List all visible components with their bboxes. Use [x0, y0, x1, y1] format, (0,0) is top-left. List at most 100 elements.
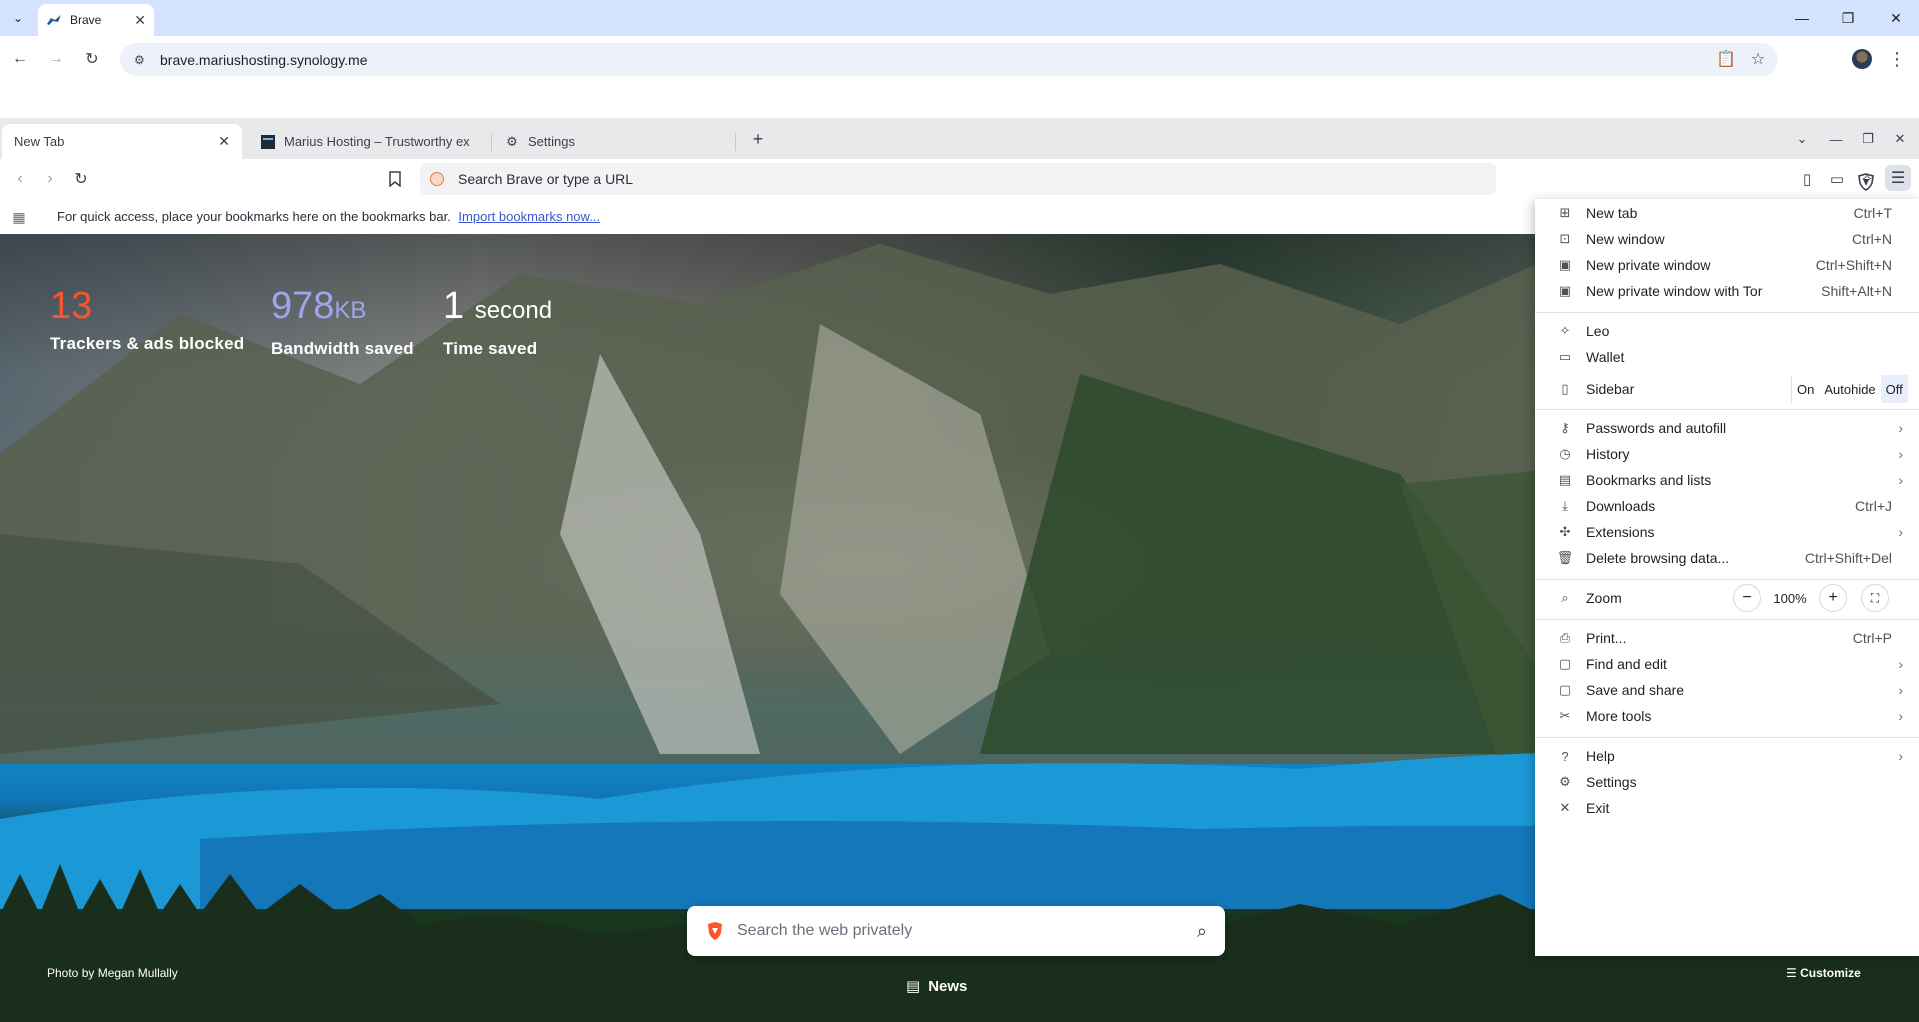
chevron-right-icon: ›	[1898, 656, 1903, 672]
back-button[interactable]: ←	[8, 47, 32, 71]
fullscreen-button[interactable]: ⛶	[1861, 584, 1889, 612]
menu-item-extensions[interactable]: ✣ Extensions ›	[1535, 518, 1919, 546]
import-bookmarks-link[interactable]: Import bookmarks now...	[458, 209, 600, 224]
menu-item-new-window[interactable]: ⊡ New window Ctrl+N	[1535, 225, 1919, 253]
sidebar-option-autohide[interactable]: Autohide	[1819, 375, 1880, 403]
tor-window-icon: ▣	[1558, 283, 1572, 298]
brave-close-button[interactable]: ✕	[1889, 128, 1911, 150]
tab-new-tab[interactable]: New Tab ✕	[2, 124, 242, 159]
menu-item-zoom: ⌕ Zoom − 100% + ⛶	[1535, 584, 1919, 612]
menu-item-new-private-window[interactable]: ▣ New private window Ctrl+Shift+N	[1535, 251, 1919, 279]
stat-value: 1	[443, 285, 465, 327]
menu-item-exit[interactable]: ✕ Exit	[1535, 794, 1919, 822]
minimize-button[interactable]: —	[1779, 0, 1825, 36]
host-tab-brave[interactable]: Brave ✕	[38, 4, 154, 36]
zoom-out-button[interactable]: −	[1733, 584, 1761, 612]
stat-unit: KB	[334, 297, 367, 324]
key-icon: ⚷	[1560, 420, 1570, 435]
sparkle-icon: ✧	[1860, 171, 1874, 188]
sidebar-option-off[interactable]: Off	[1880, 375, 1908, 403]
menu-item-more-tools[interactable]: ✂ More tools ›	[1535, 702, 1919, 730]
menu-item-print[interactable]: ⎙ Print... Ctrl+P	[1535, 624, 1919, 652]
menu-item-wallet[interactable]: ▭ Wallet	[1535, 343, 1919, 371]
brave-tab-strip: New Tab ✕ Marius Hosting – Trustworthy e…	[0, 118, 1919, 159]
menu-item-settings[interactable]: ⚙ Settings	[1535, 768, 1919, 796]
chevron-right-icon: ›	[1898, 708, 1903, 724]
star-icon: ☆	[1750, 51, 1766, 68]
brave-minimize-button[interactable]: —	[1825, 128, 1847, 150]
private-window-icon: ▣	[1558, 257, 1572, 272]
brave-back-button[interactable]: ‹	[8, 167, 32, 191]
new-tab-button[interactable]: +	[746, 127, 770, 151]
install-app-button[interactable]: 📋	[1714, 47, 1738, 71]
zoom-level: 100%	[1773, 590, 1807, 606]
brave-forward-button[interactable]: ›	[38, 167, 62, 191]
close-icon[interactable]: ✕	[134, 12, 146, 29]
host-toolbar: ← → ↻ ⚙ brave.mariushosting.synology.me …	[0, 36, 1919, 82]
menu-item-help[interactable]: ? Help ›	[1535, 742, 1919, 770]
brave-main-menu-button[interactable]: ☰	[1885, 165, 1911, 191]
tab-search-button[interactable]: ⌄	[6, 6, 30, 30]
reload-icon: ↻	[74, 171, 88, 188]
chevron-right-icon: ›	[1898, 682, 1903, 698]
close-icon: ✕	[1559, 800, 1571, 815]
close-window-button[interactable]: ✕	[1873, 0, 1919, 36]
restore-button[interactable]: ❐	[1825, 0, 1871, 36]
host-tab-strip: ⌄ Brave ✕ — ❐ ✕	[0, 0, 1919, 36]
help-icon: ?	[1561, 748, 1569, 764]
menu-item-delete-browsing-data[interactable]: 🗑 Delete browsing data... Ctrl+Shift+Del	[1535, 544, 1919, 572]
chevron-right-icon: ›	[1898, 472, 1903, 488]
wallet-button[interactable]: ▭	[1825, 167, 1849, 191]
menu-item-new-private-window-tor[interactable]: ▣ New private window with Tor Shift+Alt+…	[1535, 277, 1919, 305]
zoom-in-button[interactable]: +	[1819, 584, 1847, 612]
sidebar-toggle-button[interactable]: ▯	[1795, 167, 1819, 191]
tab-list-button[interactable]: ⌄	[1791, 128, 1813, 150]
reload-button[interactable]: ↻	[80, 47, 104, 71]
menu-item-leo[interactable]: ✧ Leo	[1535, 317, 1919, 345]
brave-favicon-icon	[46, 12, 62, 28]
menu-separator	[1535, 579, 1919, 580]
customize-button[interactable]: ☰ Customize	[1786, 966, 1861, 980]
sidebar-option-on[interactable]: On	[1792, 375, 1819, 403]
menu-separator	[1535, 409, 1919, 410]
menu-item-passwords[interactable]: ⚷ Passwords and autofill ›	[1535, 414, 1919, 442]
tab-marius-hosting[interactable]: Marius Hosting – Trustworthy ex	[248, 124, 492, 159]
tools-icon: ✂	[1559, 708, 1571, 723]
hamburger-icon: ☰	[1890, 170, 1906, 187]
ntp-search-placeholder: Search the web privately	[737, 922, 913, 939]
plus-icon: +	[752, 128, 764, 149]
search-icon[interactable]: ⌕	[1197, 921, 1207, 942]
photo-credit[interactable]: Photo by Megan Mullally	[47, 966, 178, 980]
menu-item-downloads[interactable]: ⤓ Downloads Ctrl+J	[1535, 492, 1919, 520]
close-icon[interactable]: ✕	[218, 133, 230, 150]
customize-label: Customize	[1800, 966, 1861, 980]
news-button[interactable]: ▤ News	[906, 977, 967, 996]
menu-item-new-tab[interactable]: ⊞ New tab Ctrl+T	[1535, 199, 1919, 227]
site-info-icon[interactable]: ⚙	[134, 53, 150, 67]
find-icon: ▢	[1558, 656, 1572, 671]
forward-arrow-icon: →	[48, 50, 64, 67]
host-address-bar[interactable]: ⚙ brave.mariushosting.synology.me	[120, 43, 1778, 76]
menu-item-history[interactable]: ◷ History ›	[1535, 440, 1919, 468]
bookmark-page-button[interactable]	[383, 167, 407, 191]
bookmark-star-button[interactable]: ☆	[1746, 47, 1770, 71]
host-content-gap	[0, 82, 1919, 118]
menu-item-bookmarks[interactable]: ▤ Bookmarks and lists ›	[1535, 466, 1919, 494]
apps-grid-icon[interactable]: ▦	[10, 208, 28, 226]
brave-restore-button[interactable]: ❐	[1857, 128, 1879, 150]
zoom-controls: − 100% + ⛶	[1733, 584, 1913, 612]
brave-address-bar[interactable]: Search Brave or type a URL	[420, 163, 1906, 195]
menu-item-find-and-edit[interactable]: ▢ Find and edit ›	[1535, 650, 1919, 678]
wallet-icon: ▭	[1558, 349, 1572, 364]
tab-settings[interactable]: ⚙ Settings	[492, 124, 736, 159]
leo-button[interactable]: ✧	[1855, 167, 1879, 191]
extensions-icon: ✣	[1559, 524, 1571, 539]
brave-reload-button[interactable]: ↻	[69, 167, 93, 191]
menu-separator	[1535, 312, 1919, 313]
ntp-search-box[interactable]: Search the web privately ⌕	[687, 906, 1225, 956]
host-menu-button[interactable]: ⋮	[1885, 47, 1909, 71]
profile-avatar[interactable]	[1852, 49, 1872, 69]
menu-item-save-and-share[interactable]: ▢ Save and share ›	[1535, 676, 1919, 704]
forward-button[interactable]: →	[44, 47, 68, 71]
tab-title: Settings	[528, 134, 575, 149]
